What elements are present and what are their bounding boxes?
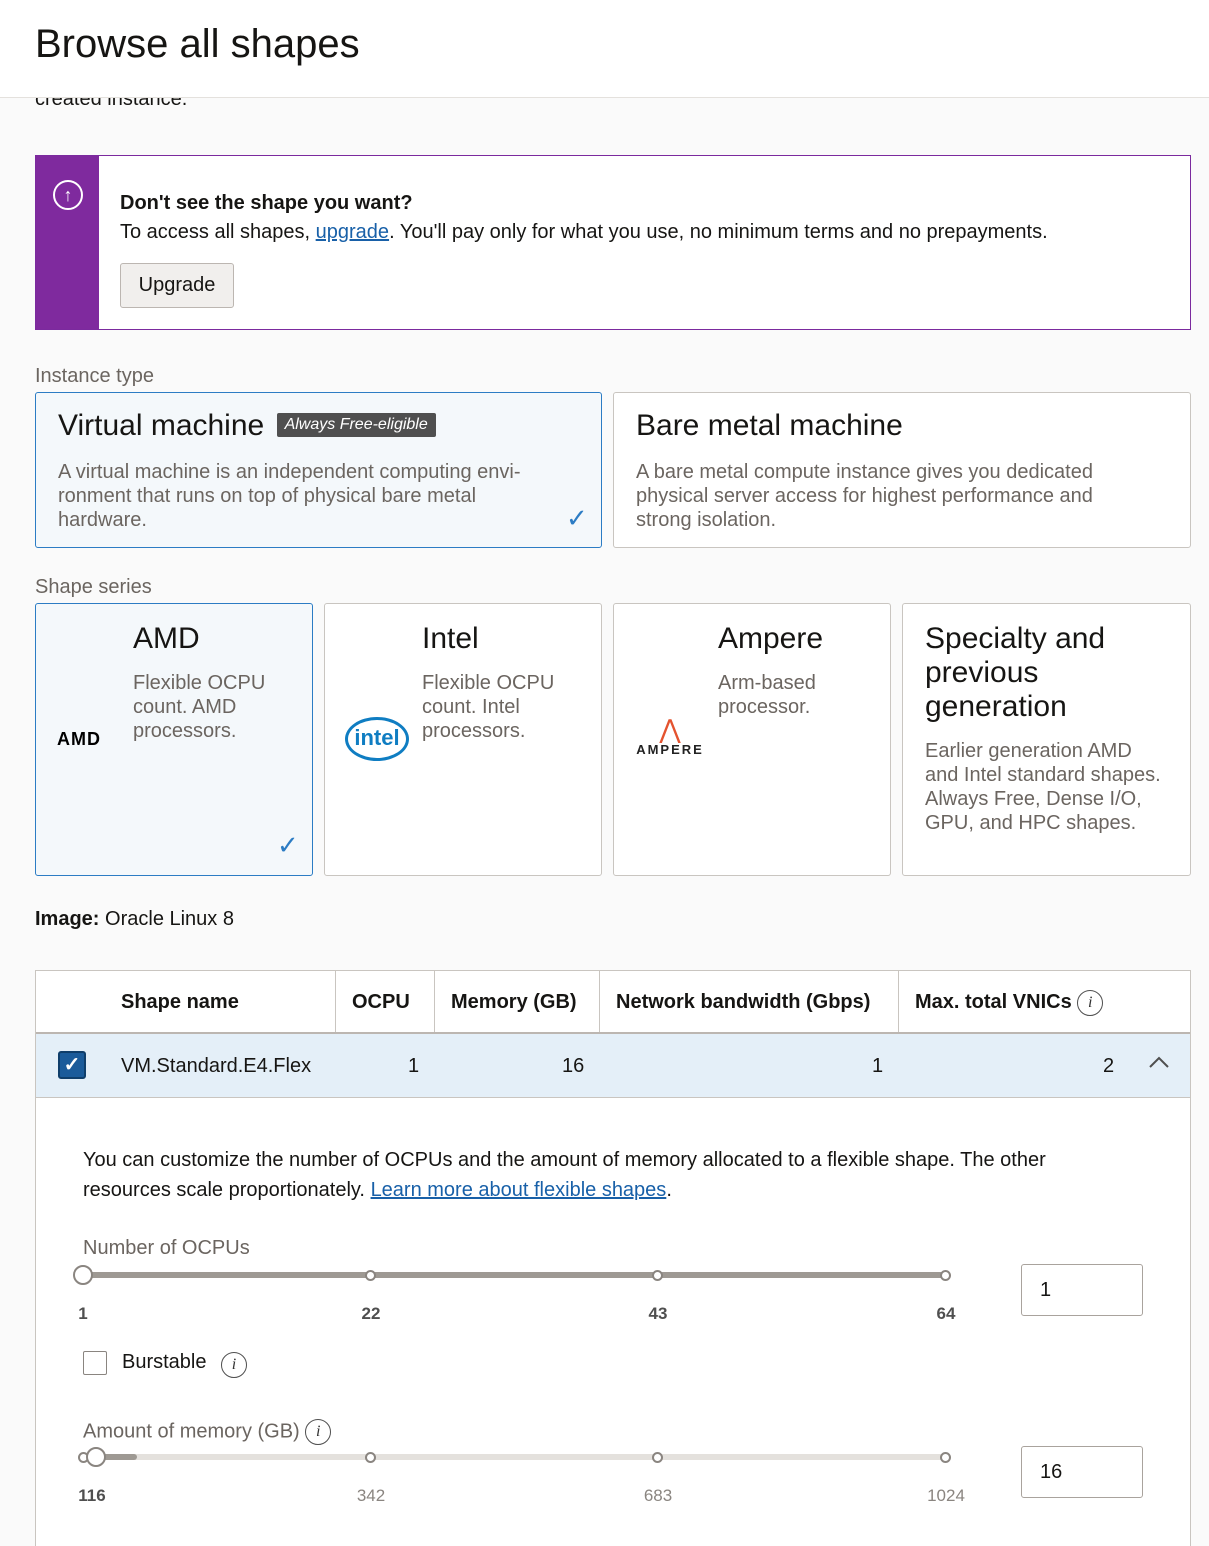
upgrade-notice: ↑ Don't see the shape you want? To acces… [35,155,1191,330]
page-content: created instance. ↑ Don't see the shape … [0,0,1209,1546]
intel-logo: intel [345,717,409,761]
slider-tick [365,1452,376,1463]
card-title: Intel [422,622,479,655]
card-description: Flexible OCPU count. Intel processors. [422,672,555,742]
cell-memory: 16 [562,1055,585,1077]
instance-type-bare-metal[interactable]: Bare metal machine A bare metal compute … [613,392,1191,548]
flex-description: You can customize the number of OCPUs an… [83,1149,1046,1201]
cell-ocpu: 1 [408,1055,420,1077]
slider-tick [940,1452,951,1463]
shapes-table: Shape name OCPU Memory (GB) Network band… [35,970,1191,1546]
table-header: Shape name OCPU Memory (GB) Network band… [36,971,1190,1034]
table-row[interactable]: ✓ VM.Standard.E4.Flex 1 16 1 2 [36,1034,1190,1098]
ocpu-tick-label: 43 [648,1304,668,1323]
checkmark-icon: ✓ [566,503,588,533]
learn-more-link[interactable]: Learn more about flexible shapes [371,1179,667,1201]
cell-bandwidth: 1 [872,1055,884,1077]
memory-slider-label: Amount of memory (GB) i [83,1419,332,1445]
cell-shape-name: VM.Standard.E4.Flex [121,1055,312,1077]
instance-type-label: Instance type [35,365,154,387]
instance-type-virtual-machine[interactable]: Virtual machine Always Free-eligible A v… [35,392,602,548]
card-title: Bare metal machine [636,409,903,442]
card-title: Virtual machine Always Free-eligible [58,409,436,443]
panel-header: Browse all shapes [0,0,1209,98]
ampere-logo: ⋀ AMPERE [636,714,704,757]
burstable-label: Burstable [122,1351,207,1373]
notice-sidebar: ↑ [36,156,99,329]
column-header-ocpu[interactable]: OCPU [335,971,435,1032]
info-icon[interactable]: i [1077,989,1104,1016]
ocpu-tick-label: 22 [361,1304,381,1323]
shape-series-label: Shape series [35,576,152,598]
shape-series-intel[interactable]: intel Intel Flexible OCPU count. Intel p… [324,603,602,876]
burstable-checkbox[interactable] [83,1351,107,1375]
slider-tick [652,1270,663,1281]
info-icon[interactable]: i [221,1352,247,1378]
ampere-mark-icon: ⋀ [659,714,681,744]
column-header-bandwidth[interactable]: Network bandwidth (Gbps) [599,971,899,1032]
memory-tick-label: 342 [356,1486,386,1505]
memory-slider-track[interactable] [83,1454,946,1460]
amd-logo: AMD [57,729,101,749]
ocpu-tick-label: 64 [936,1304,956,1323]
shape-series-specialty[interactable]: Specialty and previous generation Earlie… [902,603,1191,876]
notice-title: Don't see the shape you want? [120,192,413,214]
slider-tick [652,1452,663,1463]
upgrade-link[interactable]: upgrade [316,221,389,243]
memory-tick-label: 116 [78,1486,106,1505]
always-free-badge: Always Free-eligible [276,413,436,437]
card-description: Flexible OCPU count. AMD processors. [133,672,266,742]
row-checkbox[interactable]: ✓ [58,1051,86,1079]
ocpu-slider-thumb[interactable] [73,1265,93,1285]
card-description: A bare metal compute instance gives you … [636,461,1093,531]
card-description: Earlier generation AMD and Intel standar… [925,740,1161,834]
card-title: Specialty and previous generation [925,622,1106,723]
page-title: Browse all shapes [35,22,360,66]
memory-tick-label: 683 [643,1486,673,1505]
column-header-memory[interactable]: Memory (GB) [434,971,600,1032]
memory-input[interactable]: 16 [1021,1446,1143,1498]
slider-tick [365,1270,376,1281]
checkmark-icon: ✓ [277,830,299,860]
info-icon[interactable]: i [305,1419,332,1445]
column-header-shape-name[interactable]: Shape name [105,971,335,1032]
arrow-up-circle-icon: ↑ [53,180,83,210]
upgrade-button[interactable]: Upgrade [120,263,234,308]
shape-series-amd[interactable]: AMD AMD Flexible OCPU count. AMD process… [35,603,313,876]
memory-slider-thumb[interactable] [86,1447,106,1467]
card-description: A virtual machine is an independent comp… [58,461,521,531]
image-info: Image: Oracle Linux 8 [35,908,234,930]
slider-tick [940,1270,951,1281]
cell-vnics: 2 [1103,1055,1115,1077]
notice-body: To access all shapes, upgrade. You'll pa… [120,221,1048,243]
ocpu-slider-label: Number of OCPUs [83,1237,250,1259]
shape-series-ampere[interactable]: ⋀ AMPERE Ampere Arm-based processor. [613,603,891,876]
card-title: Ampere [718,622,824,655]
ocpu-slider-track[interactable] [83,1272,946,1278]
ocpu-tick-label: 1 [78,1304,88,1323]
card-title: AMD [133,622,200,655]
chevron-up-icon[interactable] [1148,1052,1170,1074]
memory-tick-label: 1024 [927,1486,965,1505]
ocpu-input[interactable]: 1 [1021,1264,1143,1316]
card-description: Arm-based processor. [718,672,816,718]
column-header-vnics[interactable]: Max. total VNICs i [898,971,1190,1032]
